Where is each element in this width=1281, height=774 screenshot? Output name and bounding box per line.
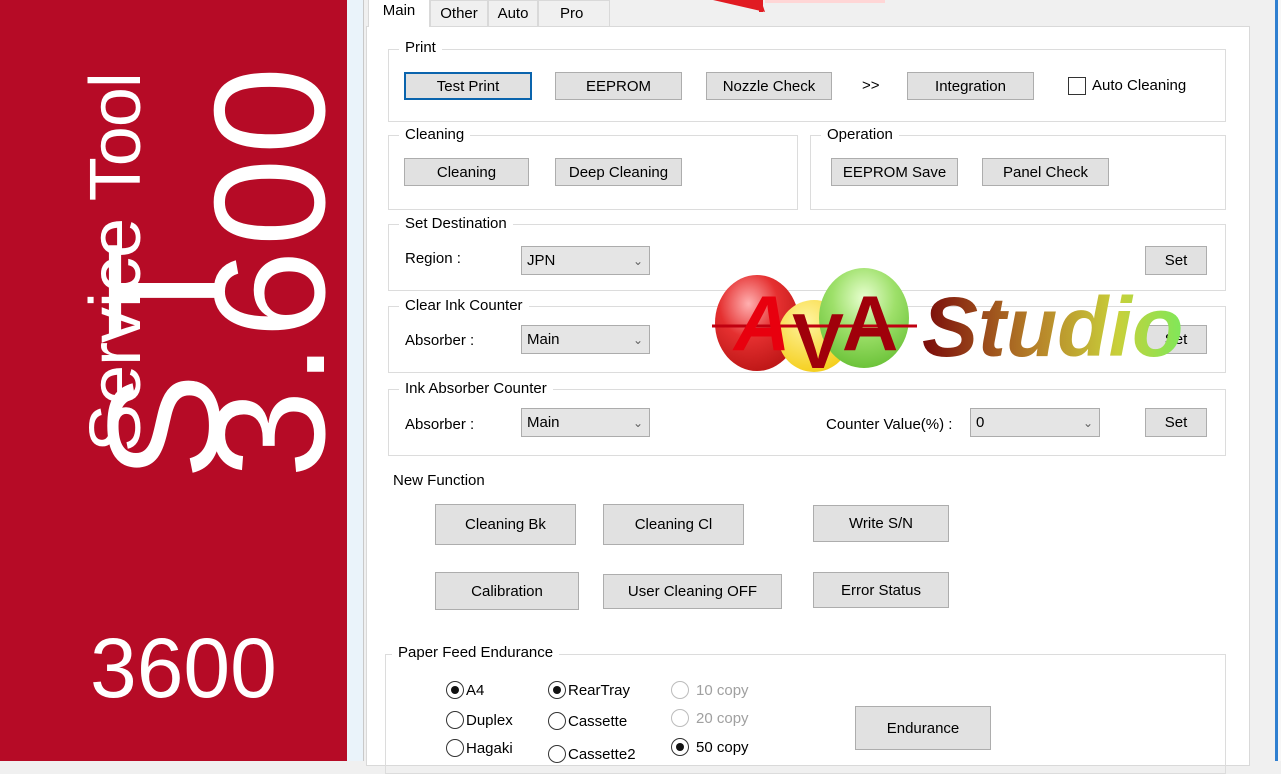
counter-value-value: 0 [976,414,985,431]
eeprom-save-button[interactable]: EEPROM Save [831,158,958,186]
ink-absorber-select[interactable]: Main ⌄ [521,408,650,437]
endurance-button[interactable]: Endurance [855,706,991,750]
cleaning-button[interactable]: Cleaning [404,158,529,186]
banner-st-letters: S T [72,242,256,480]
banner-model-text: 3600 [90,621,277,715]
clear-ink-absorber-select[interactable]: Main ⌄ [521,325,650,354]
paper-size-radio-a4[interactable]: A4 [446,681,484,699]
radio-selected-icon [446,681,464,699]
chevron-down-icon: ⌄ [632,332,644,347]
tab-auto[interactable]: Auto [488,0,538,27]
radio-selected-icon [671,738,689,756]
region-select-value: JPN [527,252,556,269]
tab-auto-label: Auto [497,5,529,22]
paper-size-radio-duplex[interactable]: Duplex [446,711,513,729]
radio-label: Hagaki [466,739,513,757]
error-status-button[interactable]: Error Status [813,572,949,608]
ink-absorber-set-button[interactable]: Set [1145,408,1207,437]
tab-main-label: Main [382,2,416,19]
print-group-title: Print [399,39,442,57]
ink-absorber-counter-group [388,389,1226,456]
ava-studio-watermark-logo: A V A Studio [712,268,1183,373]
banner-letter-t: T [74,241,253,340]
new-function-title: New Function [393,472,485,489]
radio-unselected-icon [548,712,566,730]
radio-label: 10 copy [696,681,749,699]
write-sn-button[interactable]: Write S/N [813,505,949,542]
nozzle-check-button[interactable]: Nozzle Check [706,72,832,100]
cleaning-cl-button[interactable]: Cleaning Cl [603,504,744,545]
chevron-down-icon: ⌄ [632,253,644,268]
set-destination-title: Set Destination [399,215,513,233]
tab-pro[interactable]: Pro [538,0,610,27]
logo-letter-v: V [792,297,844,373]
ink-absorber-counter-title: Ink Absorber Counter [399,380,553,398]
source-radio-reartray[interactable]: RearTray [548,681,630,699]
copies-radio-20[interactable]: 20 copy [671,709,749,727]
radio-label: Cassette2 [568,745,636,763]
logo-letter-a2: A [842,279,898,367]
counter-value-label: Counter Value(%) : [826,416,953,433]
paper-feed-endurance-title: Paper Feed Endurance [392,644,560,662]
region-label: Region : [405,250,461,267]
copies-radio-50[interactable]: 50 copy [671,738,749,756]
tab-other[interactable]: Other [430,0,488,27]
radio-unselected-icon [671,709,689,727]
auto-cleaning-label[interactable]: Auto Cleaning [1092,77,1186,94]
calibration-button[interactable]: Calibration [435,572,579,610]
clear-ink-counter-title: Clear Ink Counter [399,297,529,315]
user-cleaning-off-button[interactable]: User Cleaning OFF [603,574,782,609]
auto-cleaning-checkbox[interactable] [1068,77,1086,95]
banner-letter-s: S [74,373,253,480]
radio-label: Duplex [466,711,513,729]
radio-label: 50 copy [696,738,749,756]
radio-unselected-icon [548,745,566,763]
tab-other-label: Other [440,5,478,22]
branding-banner: Service Tool 3.600 S T 3600 [0,0,347,761]
radio-label: 20 copy [696,709,749,727]
radio-label: A4 [466,681,485,699]
radio-label: RearTray [568,681,630,699]
tab-pro-label: Pro [560,5,584,22]
radio-selected-icon [548,681,566,699]
chevron-separator-icon: >> [862,77,880,94]
cleaning-group-title: Cleaning [399,126,471,144]
operation-group-title: Operation [821,126,899,144]
deep-cleaning-button[interactable]: Deep Cleaning [555,158,682,186]
chevron-down-icon: ⌄ [632,415,644,430]
radio-unselected-icon [446,711,464,729]
logo-studio-text: Studio [922,280,1183,373]
paper-size-radio-hagaki[interactable]: Hagaki [446,739,513,757]
chevron-down-icon: ⌄ [1082,415,1094,430]
clear-ink-absorber-label: Absorber : [405,332,475,349]
source-radio-cassette2[interactable]: Cassette2 [548,745,636,763]
arrow-annotation-icon [713,0,885,12]
tab-main[interactable]: Main [368,0,430,27]
ink-absorber-label: Absorber : [405,416,475,433]
integration-button[interactable]: Integration [907,72,1034,100]
test-print-button[interactable]: Test Print [404,72,532,100]
radio-unselected-icon [671,681,689,699]
copies-radio-10[interactable]: 10 copy [671,681,749,699]
radio-unselected-icon [446,739,464,757]
clear-ink-absorber-value: Main [527,331,560,348]
source-radio-cassette[interactable]: Cassette [548,712,627,730]
radio-label: Cassette [568,712,628,730]
region-select[interactable]: JPN ⌄ [521,246,650,275]
logo-letter-a1: A [732,279,790,367]
counter-value-select[interactable]: 0 ⌄ [970,408,1100,437]
ink-absorber-value: Main [527,414,560,431]
eeprom-button[interactable]: EEPROM [555,72,682,100]
panel-check-button[interactable]: Panel Check [982,158,1109,186]
cleaning-bk-button[interactable]: Cleaning Bk [435,504,576,545]
window-left-border [347,0,364,761]
